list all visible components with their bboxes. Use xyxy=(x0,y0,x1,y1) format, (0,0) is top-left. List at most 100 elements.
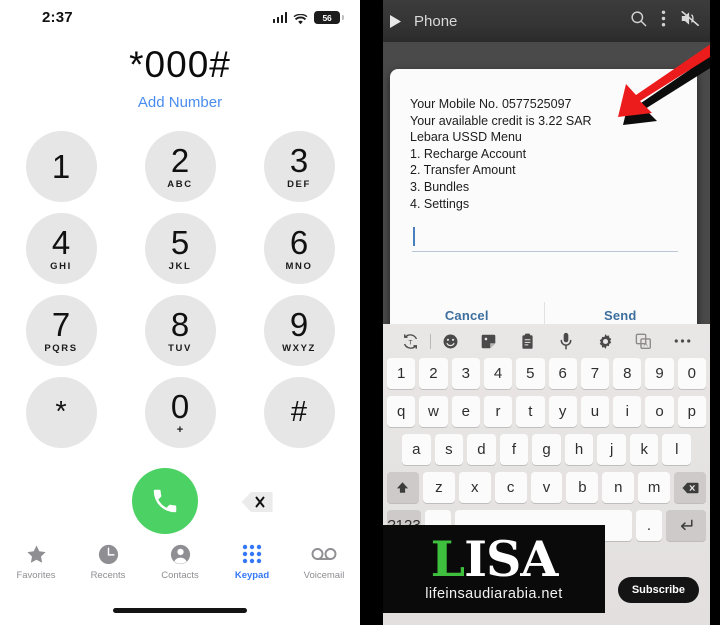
send-button[interactable]: Send xyxy=(544,308,698,323)
red-arrow-annotation xyxy=(578,39,710,144)
key-5[interactable]: 5 JKL xyxy=(144,213,216,284)
enter-key[interactable] xyxy=(666,510,706,541)
key-4[interactable]: 4 GHI xyxy=(25,213,97,284)
cancel-button[interactable]: Cancel xyxy=(390,308,544,323)
key-letters: MNO xyxy=(285,260,313,272)
watermark-logo: LISA xyxy=(431,535,559,584)
key-asterisk[interactable]: * xyxy=(25,377,97,448)
kb-key[interactable]: g xyxy=(532,434,561,465)
kb-key[interactable]: f xyxy=(499,434,529,465)
kb-key[interactable]: 3 xyxy=(451,358,480,389)
subscribe-button[interactable]: Subscribe xyxy=(617,577,699,603)
kb-key[interactable]: w xyxy=(419,396,448,427)
translate-icon[interactable]: T xyxy=(391,333,430,350)
keypad-row: * 0 + # xyxy=(0,377,360,448)
keypad-icon xyxy=(241,541,263,567)
kb-key[interactable]: i xyxy=(613,396,642,427)
kb-key[interactable]: s xyxy=(434,434,464,465)
kb-key[interactable]: l xyxy=(662,434,692,465)
kb-key[interactable]: u xyxy=(580,396,610,427)
key-6[interactable]: 6 MNO xyxy=(263,213,335,284)
kb-key[interactable]: 4 xyxy=(483,358,513,389)
tab-recents[interactable]: Recents xyxy=(72,541,144,597)
tab-bar: Favorites Recents Contacts Keypad Voicem… xyxy=(0,541,360,597)
key-hash[interactable]: # xyxy=(263,377,335,448)
call-button[interactable] xyxy=(132,468,198,534)
keyboard-toolbar: T A xyxy=(383,324,710,358)
watermark-url: lifeinsaudiarabia.net xyxy=(425,585,563,602)
kb-key[interactable]: 2 xyxy=(419,358,448,389)
kb-key[interactable]: 0 xyxy=(677,358,706,389)
key-0[interactable]: 0 + xyxy=(144,377,216,448)
key-3[interactable]: 3 DEF xyxy=(263,131,335,202)
key-1[interactable]: 1 xyxy=(25,131,97,202)
tab-label: Favorites xyxy=(16,570,56,581)
tab-label: Voicemail xyxy=(303,570,345,581)
microphone-icon[interactable] xyxy=(547,332,586,350)
search-icon[interactable] xyxy=(630,10,647,32)
kb-key[interactable]: x xyxy=(458,472,491,503)
delete-button[interactable] xyxy=(240,490,274,514)
backspace-key[interactable] xyxy=(674,472,707,503)
kb-key[interactable]: c xyxy=(494,472,527,503)
clipboard-icon[interactable] xyxy=(508,333,547,350)
kb-key[interactable]: p xyxy=(677,396,706,427)
kb-key[interactable]: n xyxy=(602,472,635,503)
text-caret xyxy=(413,227,415,246)
video-frame[interactable]: Phone Your Mobile No. 0577525097 Your av… xyxy=(383,0,710,625)
svg-text:A: A xyxy=(644,341,649,348)
kb-key[interactable]: d xyxy=(467,434,496,465)
key-digit: 6 xyxy=(289,223,309,261)
kb-key[interactable]: o xyxy=(645,396,674,427)
kb-key[interactable]: y xyxy=(548,396,577,427)
kb-key[interactable]: k xyxy=(629,434,659,465)
tab-keypad[interactable]: Keypad xyxy=(216,541,288,597)
more-horizontal-icon[interactable] xyxy=(663,338,702,344)
kb-key[interactable]: v xyxy=(530,472,563,503)
kb-key[interactable]: e xyxy=(451,396,480,427)
kb-key[interactable]: 9 xyxy=(645,358,674,389)
key-2[interactable]: 2 ABC xyxy=(144,131,216,202)
kb-key[interactable]: r xyxy=(483,396,513,427)
kb-key[interactable]: q xyxy=(387,396,416,427)
more-vertical-icon[interactable] xyxy=(661,10,666,32)
wifi-icon xyxy=(293,12,308,25)
tab-contacts[interactable]: Contacts xyxy=(144,541,216,597)
kb-key[interactable]: m xyxy=(638,472,671,503)
period-key[interactable]: . xyxy=(636,510,662,541)
tab-favorites[interactable]: Favorites xyxy=(0,541,72,597)
watermark-logo-green: L xyxy=(430,530,465,589)
keypad-row: 7 PQRS 8 TUV 9 WXYZ xyxy=(0,295,360,366)
kb-key[interactable]: a xyxy=(401,434,431,465)
kb-key[interactable]: t xyxy=(516,396,545,427)
ussd-line: 4. Settings xyxy=(410,196,470,211)
emoji-icon[interactable] xyxy=(431,333,470,350)
ussd-reply-input[interactable] xyxy=(412,226,678,252)
screenshot-root: 2:37 56 *000# Add Number 1 2 ABC 3 DEF 4… xyxy=(0,0,720,625)
kb-key[interactable]: h xyxy=(564,434,594,465)
key-digit: 5 xyxy=(170,223,190,261)
text-scan-icon[interactable]: A xyxy=(625,333,664,350)
sticker-icon[interactable] xyxy=(470,333,509,350)
tab-voicemail[interactable]: Voicemail xyxy=(288,541,360,597)
settings-gear-icon[interactable] xyxy=(586,333,625,350)
add-number-link[interactable]: Add Number xyxy=(0,94,360,111)
kb-key[interactable]: 6 xyxy=(548,358,577,389)
kb-key[interactable]: 8 xyxy=(613,358,642,389)
key-digit: 4 xyxy=(51,223,71,261)
dialed-number: *000# xyxy=(129,44,231,85)
kb-key[interactable]: z xyxy=(422,472,455,503)
watermark-logo-rest: ISA xyxy=(464,530,558,589)
kb-key[interactable]: b xyxy=(566,472,599,503)
ussd-line: 3. Bundles xyxy=(410,179,470,194)
shift-key[interactable] xyxy=(387,472,419,503)
kb-key[interactable]: 5 xyxy=(516,358,545,389)
speaker-muted-icon[interactable] xyxy=(680,10,700,32)
kb-key[interactable]: j xyxy=(597,434,626,465)
kb-key[interactable]: 7 xyxy=(580,358,610,389)
play-icon[interactable] xyxy=(387,14,403,28)
key-8[interactable]: 8 TUV xyxy=(144,295,216,366)
kb-key[interactable]: 1 xyxy=(387,358,416,389)
key-7[interactable]: 7 PQRS xyxy=(25,295,97,366)
key-9[interactable]: 9 WXYZ xyxy=(263,295,335,366)
